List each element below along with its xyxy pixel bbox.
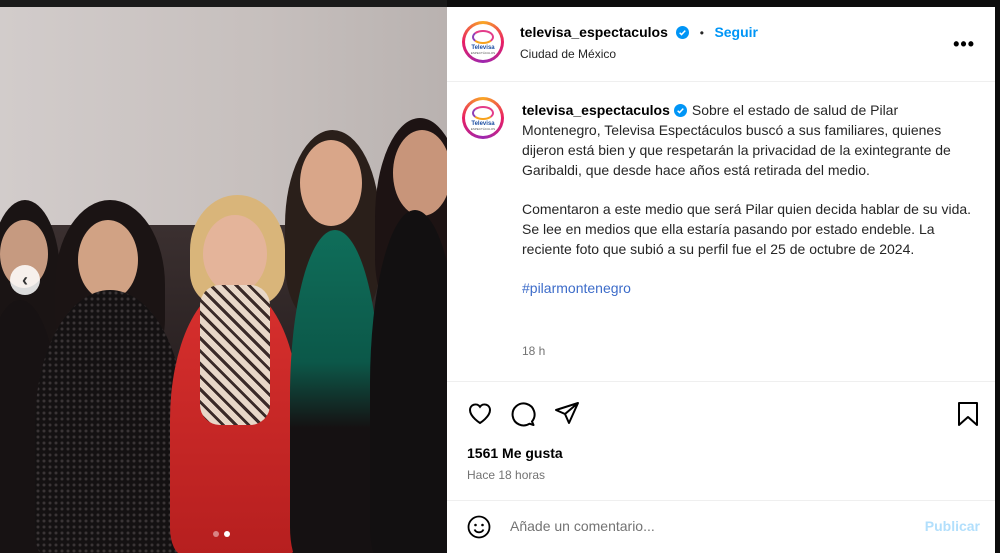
hashtag-link[interactable]: #pilarmontenegro xyxy=(522,278,972,298)
window-edge xyxy=(995,0,1000,553)
more-options-icon[interactable]: ••• xyxy=(953,34,975,55)
likes-count[interactable]: 1561 Me gusta xyxy=(467,445,563,461)
caption-username[interactable]: televisa_espectaculos xyxy=(522,102,670,118)
photo-top-strip xyxy=(0,0,447,7)
comment-input[interactable]: Añade un comentario... xyxy=(510,518,655,534)
post-photo: ‹ xyxy=(0,0,447,553)
header-user-row: televisa_espectaculos • Seguir xyxy=(520,24,758,42)
location-link[interactable]: Ciudad de México xyxy=(520,47,616,61)
caption-avatar-inner: Televisa ESPECTÁCULOS xyxy=(465,100,501,136)
photo-person-2-face xyxy=(78,220,138,300)
carousel-prev-button[interactable]: ‹ xyxy=(10,265,40,295)
post-panel: Televisa ESPECTÁCULOS televisa_espectacu… xyxy=(447,7,995,553)
header-separator: • xyxy=(699,26,704,40)
caption-area: Televisa ESPECTÁCULOS televisa_espectacu… xyxy=(447,82,995,380)
heart-icon[interactable] xyxy=(467,401,493,425)
post-date: Hace 18 horas xyxy=(467,468,546,482)
televisa-logo-icon xyxy=(472,105,494,120)
carousel-dots xyxy=(213,531,230,537)
emoji-icon[interactable] xyxy=(467,515,491,539)
comment-row: Añade un comentario... Publicar xyxy=(447,501,995,553)
caption-paragraph-1: televisa_espectaculos Sobre el estado de … xyxy=(522,100,972,180)
caption-text: televisa_espectaculos Sobre el estado de … xyxy=(522,100,972,317)
carousel-dot xyxy=(213,531,219,537)
photo-person-2-body xyxy=(35,290,185,553)
verified-badge-icon xyxy=(673,104,687,117)
action-bar xyxy=(447,397,995,427)
post-header: Televisa ESPECTÁCULOS televisa_espectacu… xyxy=(447,7,995,82)
bookmark-icon[interactable] xyxy=(957,401,979,427)
photo-person-3-scarf xyxy=(200,285,270,425)
photo-person-5-face xyxy=(393,130,447,216)
header-username[interactable]: televisa_espectaculos xyxy=(520,24,668,40)
verified-badge-icon xyxy=(676,26,690,39)
publish-button[interactable]: Publicar xyxy=(925,518,980,534)
avatar[interactable]: Televisa ESPECTÁCULOS xyxy=(462,21,504,63)
logo-subtext: ESPECTÁCULOS xyxy=(470,126,496,131)
carousel-dot-active xyxy=(224,531,230,537)
caption-paragraph-2: Comentaron a este medio que será Pilar q… xyxy=(522,201,972,257)
share-icon[interactable] xyxy=(554,401,580,425)
caption-avatar[interactable]: Televisa ESPECTÁCULOS xyxy=(462,97,504,139)
chevron-left-icon: ‹ xyxy=(22,269,28,290)
avatar-inner: Televisa ESPECTÁCULOS xyxy=(465,24,501,60)
photo-person-4-body xyxy=(290,230,380,553)
photo-person-3-face xyxy=(203,215,267,293)
televisa-logo-icon xyxy=(472,29,494,44)
follow-button[interactable]: Seguir xyxy=(714,24,758,40)
comment-icon[interactable] xyxy=(510,401,536,427)
logo-subtext: ESPECTÁCULOS xyxy=(470,50,496,55)
divider xyxy=(447,381,995,382)
caption-timestamp: 18 h xyxy=(522,344,546,358)
photo-person-4-face xyxy=(300,140,362,226)
